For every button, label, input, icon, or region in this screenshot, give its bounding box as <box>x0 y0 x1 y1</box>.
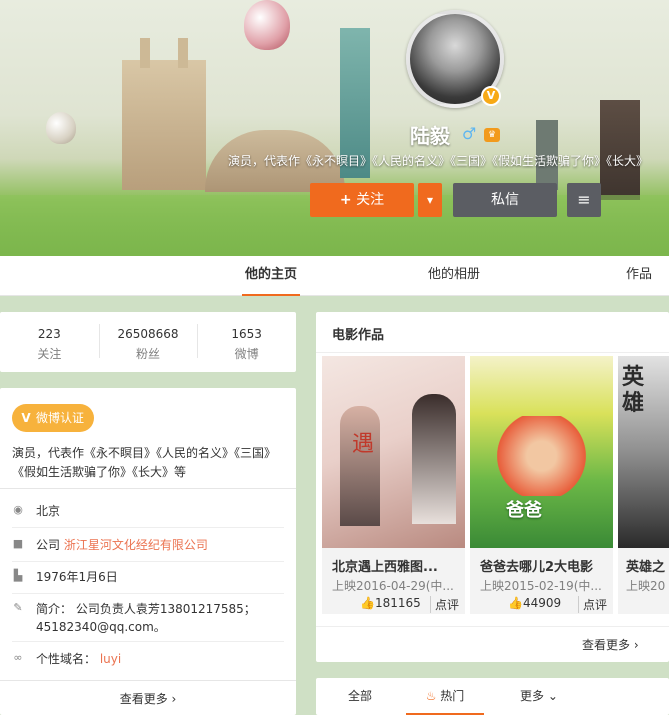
poster-figure <box>340 406 380 526</box>
info-domain: ∞ 个性域名： luyi <box>12 650 284 668</box>
divider <box>0 488 296 489</box>
movie-name[interactable]: 英雄之 <box>626 556 665 575</box>
like-count: 181165 <box>374 596 421 610</box>
info-more-link[interactable]: 查看更多 › <box>0 690 296 707</box>
poster-title-art: 英雄 <box>622 364 645 416</box>
verified-icon: V <box>481 86 501 106</box>
balloon-illustration <box>46 112 76 144</box>
profile-tabs: 他的主页 他的相册 作品 <box>0 256 669 296</box>
thumbs-up-icon: 👍 <box>508 596 523 610</box>
stat-label: 微博 <box>234 347 259 361</box>
company-prefix: 公司 <box>36 538 61 552</box>
poster-title-art: 爸爸 <box>506 500 542 521</box>
divider <box>0 680 296 681</box>
message-button[interactable]: 私信 <box>453 183 557 217</box>
movie-name[interactable]: 北京遇上西雅图... <box>332 556 438 575</box>
movie-stats: 👍181165 点评 <box>322 596 465 614</box>
hamburger-icon: ≡ <box>577 190 591 209</box>
cake-icon: ▙ <box>13 569 23 582</box>
briefcase-icon: ■ <box>12 537 24 550</box>
poster-figure <box>412 394 456 524</box>
feed-tab-hot[interactable]: ♨ 热门 <box>406 678 484 715</box>
info-company: ■ 公司 浙江星河文化经纪有限公司 <box>12 536 284 562</box>
feed-tab-more[interactable]: 更多 ⌄ <box>520 678 558 715</box>
profile-description: 演员，代表作《永不瞑目》《人民的名义》《三国》《假如生活欺骗了你》《长大》 <box>228 154 649 168</box>
movies-title: 电影作品 <box>332 328 385 343</box>
feed-tabs: 全部 ♨ 热门 更多 ⌄ <box>316 678 669 715</box>
location-pin-icon: ◉ <box>13 503 23 516</box>
domain-label: 个性域名： <box>36 652 97 666</box>
poster-figures <box>480 416 603 496</box>
company-link[interactable]: 浙江星河文化经纪有限公司 <box>64 538 208 552</box>
movie-date: 上映2016-04-29(中... <box>332 579 454 593</box>
stat-weibo[interactable]: 1653 微博 <box>197 312 296 372</box>
link-icon: ∞ <box>13 651 23 664</box>
verify-label: 微博认证 <box>36 411 85 425</box>
movie-poster[interactable]: 英雄 <box>618 356 669 548</box>
feed-tab-all[interactable]: 全部 <box>348 678 372 715</box>
pagoda-illustration <box>600 100 640 200</box>
spire-illustration <box>178 38 188 68</box>
poster-title-art: 遇 <box>352 432 375 457</box>
tab-works[interactable]: 作品 <box>626 256 652 296</box>
verified-v-icon: V <box>21 411 31 425</box>
movie-name[interactable]: 爸爸去哪儿2大电影 <box>480 556 593 575</box>
movie-like[interactable]: 👍44909 <box>508 596 561 610</box>
movie-review-link[interactable]: 点评 <box>578 596 607 613</box>
profile-banner: V 陆毅 ♂ ♛ 演员，代表作《永不瞑目》《人民的名义》《三国》《假如生活欺骗了… <box>0 0 669 256</box>
movie-stats: 👍44909 点评 <box>470 596 613 614</box>
follow-dropdown-button[interactable]: ▾ <box>418 183 442 217</box>
movie-date: 上映20 <box>626 579 666 593</box>
stat-value: 1653 <box>231 327 262 341</box>
movie-date: 上映2015-02-19(中... <box>480 579 602 593</box>
movie-item[interactable]: 遇 北京遇上西雅图... 上映2016-04-29(中... 👍181165 点… <box>322 356 465 614</box>
more-menu-button[interactable]: ≡ <box>567 183 601 217</box>
cathedral-illustration <box>122 60 206 190</box>
plus-icon: + <box>339 192 352 208</box>
info-location: ◉ 北京 <box>12 502 284 528</box>
info-intro: ✎ 简介： 公司负责人袁芳13801217585；45182340@qq.com… <box>12 600 284 642</box>
male-gender-icon: ♂ <box>462 124 477 143</box>
movies-card: 电影作品 遇 北京遇上西雅图... 上映2016-04-29(中... 👍181… <box>316 312 669 662</box>
tab-home[interactable]: 他的主页 <box>242 256 300 296</box>
verify-description: 演员，代表作《永不瞑目》《人民的名义》《三国》《假如生活欺骗了你》《长大》等 <box>12 446 277 479</box>
spire-illustration <box>140 38 150 68</box>
profile-name: 陆毅 <box>410 124 450 148</box>
stat-value: 223 <box>37 327 61 341</box>
like-count: 44909 <box>522 596 562 610</box>
movies-more-link[interactable]: 查看更多 › <box>582 636 639 653</box>
movie-item[interactable]: 爸爸 爸爸去哪儿2大电影 上映2015-02-19(中... 👍44909 点评 <box>470 356 613 614</box>
divider <box>316 352 669 353</box>
weibo-verified-badge[interactable]: V 微博认证 <box>12 404 95 432</box>
fire-icon: ♨ <box>425 689 437 703</box>
stat-following[interactable]: 223 关注 <box>0 312 99 372</box>
stat-label: 关注 <box>37 347 62 361</box>
follow-label: 关注 <box>356 192 385 208</box>
tab-album[interactable]: 他的相册 <box>428 256 480 296</box>
info-birthday: ▙ 1976年1月6日 <box>12 568 284 594</box>
birthday-text: 1976年1月6日 <box>36 570 118 584</box>
chevron-down-icon: ▾ <box>426 193 434 207</box>
stat-label: 粉丝 <box>136 347 161 361</box>
thumbs-up-icon: 👍 <box>360 596 375 610</box>
movie-item[interactable]: 英雄 英雄之 上映20 <box>618 356 669 614</box>
feed-tab-hot-label: 热门 <box>440 689 465 703</box>
vip-level-icon: ♛ <box>484 128 500 142</box>
stat-fans[interactable]: 26508668 粉丝 <box>98 312 198 372</box>
movie-poster[interactable]: 遇 <box>322 356 465 548</box>
edit-note-icon: ✎ <box>13 601 23 614</box>
movie-like[interactable]: 👍181165 <box>360 596 421 610</box>
profile-info-card: V 微博认证 演员，代表作《永不瞑目》《人民的名义》《三国》《假如生活欺骗了你》《… <box>0 388 296 715</box>
follow-button[interactable]: + 关注 <box>310 183 414 217</box>
movie-review-link[interactable]: 点评 <box>430 596 459 613</box>
movie-poster[interactable]: 爸爸 <box>470 356 613 548</box>
stat-value: 26508668 <box>117 327 179 341</box>
intro-text: 简介： 公司负责人袁芳13801217585；45182340@qq.com。 <box>36 602 256 634</box>
stats-card: 223 关注 26508668 粉丝 1653 微博 <box>0 312 296 372</box>
balloon-illustration <box>244 0 290 50</box>
divider <box>316 626 669 627</box>
domain-link[interactable]: luyi <box>100 652 121 666</box>
